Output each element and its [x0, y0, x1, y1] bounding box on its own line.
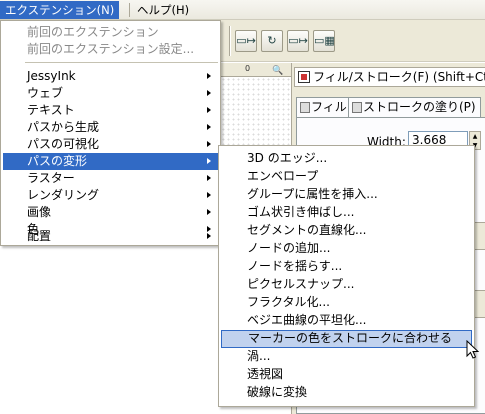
- submenu-arrow-icon: [207, 233, 211, 239]
- toolbar-separator: [229, 26, 231, 56]
- menubar: エクステンション(N) ヘルプ(H): [0, 0, 485, 20]
- panel-tabs: フィル ストロークの塗り(P): [296, 95, 485, 117]
- menu-item-jitter-nodes[interactable]: ノードを揺らす...: [221, 258, 472, 275]
- ruler-tick-label: 0: [245, 64, 251, 73]
- submenu-arrow-icon: [207, 107, 211, 113]
- submenu-arrow-icon: [207, 141, 211, 147]
- menu-item-flatten-beziers[interactable]: ベジエ曲線の平坦化...: [221, 312, 472, 329]
- modify-path-submenu: 3D のエッジ... エンベロープ グループに属性を挿入... ゴム状引き伸ばし…: [218, 145, 475, 407]
- menu-item-render[interactable]: レンダリング: [3, 187, 218, 204]
- menu-item-label: JessyInk: [27, 69, 76, 83]
- extensions-menu: 前回のエクステンション 前回のエクステンション設定... JessyInk ウェ…: [0, 20, 221, 246]
- submenu-arrow-icon: [207, 124, 211, 130]
- menu-item-label: パスの可視化: [27, 137, 100, 151]
- menu-item-web[interactable]: ウェブ: [3, 85, 218, 102]
- menu-item-text[interactable]: テキスト: [3, 102, 218, 119]
- menu-item-previous-extension: 前回のエクステンション: [27, 25, 159, 39]
- menu-item-jessyink[interactable]: JessyInk: [3, 68, 218, 85]
- submenu-arrow-icon: [207, 73, 211, 79]
- tab-stroke-paint[interactable]: ストロークの塗り(P): [348, 97, 481, 117]
- menu-item-label: 配置: [27, 229, 52, 243]
- menu-help[interactable]: ヘルプ(H): [132, 1, 194, 19]
- menu-item-perspective[interactable]: 透視図: [221, 366, 472, 383]
- menu-item-modify-path[interactable]: パスの変形: [3, 153, 218, 170]
- menu-item-add-nodes[interactable]: ノードの追加...: [221, 240, 472, 257]
- menu-item-straighten-segments[interactable]: セグメントの直線化...: [221, 222, 472, 239]
- menu-extensions[interactable]: エクステンション(N): [0, 1, 120, 19]
- menu-item-whirl[interactable]: 渦...: [221, 348, 472, 365]
- submenu-arrow-icon: [207, 158, 211, 164]
- zoom-icon[interactable]: 🔍: [272, 66, 283, 76]
- submenu-arrow-icon: [207, 90, 211, 96]
- menu-item-visualize-path[interactable]: パスの可視化: [3, 136, 218, 153]
- menu-item-arrange[interactable]: 配置: [3, 228, 218, 245]
- menu-item-add-group-attribute[interactable]: グループに属性を挿入...: [221, 186, 472, 203]
- tool-button-4[interactable]: ▭▦: [313, 30, 335, 52]
- menu-item-color-markers[interactable]: マーカーの色をストロークに合わせる: [221, 330, 472, 348]
- canvas-grid: [221, 77, 291, 147]
- fill-stroke-icon: [298, 71, 310, 83]
- menubar-separator: [129, 3, 130, 17]
- menu-item-previous-extension-settings: 前回のエクステンション設定...: [27, 42, 195, 56]
- menu-item-label: パスから生成: [27, 120, 100, 134]
- menu-item-convert-to-dashes[interactable]: 破線に変換: [221, 384, 472, 401]
- menu-item-generate-from-path[interactable]: パスから生成: [3, 119, 218, 136]
- tab-fill[interactable]: フィル: [296, 97, 352, 117]
- toolbar: ▭↦ ↻ ▭↦ ▭▦: [221, 20, 485, 62]
- menu-item-rubber-stretch[interactable]: ゴム状引き伸ばし...: [221, 204, 472, 221]
- submenu-arrow-icon: [207, 175, 211, 181]
- menu-item-fractalize[interactable]: フラクタル化...: [221, 294, 472, 311]
- tool-button-3[interactable]: ▭↦: [287, 30, 309, 52]
- tool-button-2[interactable]: ↻: [261, 30, 283, 52]
- panel-title-text: フィル/ストローク(F) (Shift+Ctrl+F): [313, 70, 485, 84]
- menu-item-label: レンダリング: [27, 188, 100, 202]
- menu-item-images[interactable]: 画像: [3, 204, 218, 221]
- menu-separator: [25, 62, 218, 63]
- menu-item-pixel-snap[interactable]: ピクセルスナップ...: [221, 276, 472, 293]
- menu-item-envelope[interactable]: エンベロープ: [221, 168, 472, 185]
- menu-item-label: ラスター: [27, 171, 75, 185]
- menu-item-label: テキスト: [27, 103, 75, 117]
- submenu-arrow-icon: [207, 209, 211, 215]
- tool-button-1[interactable]: ▭↦: [235, 30, 257, 52]
- panel-title[interactable]: フィル/ストローク(F) (Shift+Ctrl+F): [294, 67, 485, 87]
- menu-item-label: ウェブ: [27, 86, 64, 100]
- submenu-arrow-icon: [207, 192, 211, 198]
- menu-item-label: 画像: [27, 205, 52, 219]
- menu-item-raster[interactable]: ラスター: [3, 170, 218, 187]
- menu-item-label: パスの変形: [27, 154, 88, 168]
- menu-item-3d-edges[interactable]: 3D のエッジ...: [221, 150, 472, 167]
- mouse-pointer-icon: [466, 340, 480, 359]
